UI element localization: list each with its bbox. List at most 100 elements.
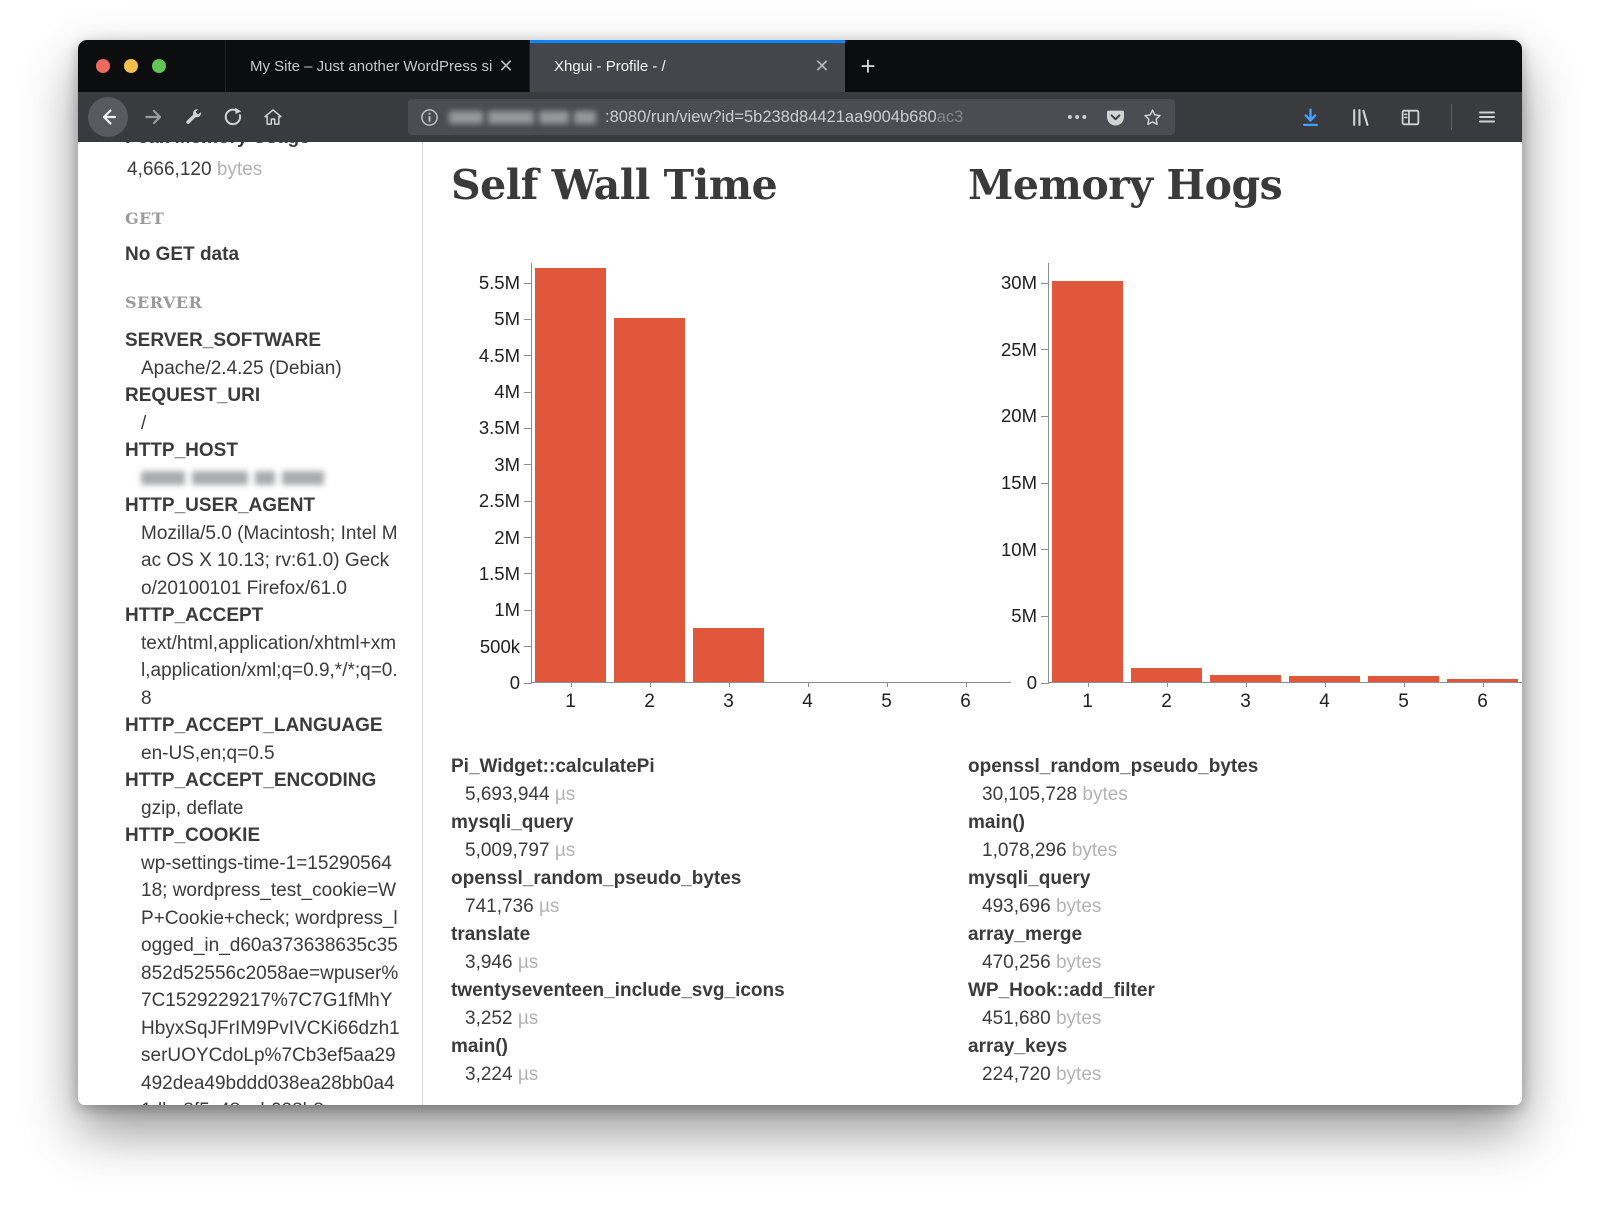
site-info-icon[interactable]	[420, 108, 439, 127]
sidebar-toggle-button[interactable]	[1393, 100, 1427, 134]
function-value: 470,256 bytes	[968, 949, 1485, 977]
zoom-window-button[interactable]	[152, 59, 166, 73]
value-number: 741,736	[465, 896, 539, 917]
function-name: twentyseventeen_include_svg_icons	[451, 977, 968, 1005]
function-name: translate	[451, 921, 968, 949]
y-axis-label: 5M	[444, 307, 520, 331]
page-actions-icon[interactable]: •••	[1067, 109, 1089, 126]
y-axis-tick	[524, 646, 532, 647]
memory-function-list: openssl_random_pseudo_bytes30,105,728 by…	[968, 753, 1485, 1089]
server-key: HTTP_COOKIE	[125, 822, 402, 850]
value-unit: µs	[539, 896, 559, 917]
bar-1	[1052, 281, 1123, 682]
self-wall-time-section: Self Wall Time 0500k1M1.5M2M2.5M3M3.5M4M…	[451, 160, 968, 1089]
list-item: mysqli_query5,009,797 µs	[451, 809, 968, 865]
x-axis-tick	[571, 682, 572, 687]
page-tools-button[interactable]	[176, 100, 210, 134]
list-item: array_keys224,720 bytes	[968, 1033, 1485, 1089]
x-axis-label: 3	[709, 691, 749, 713]
y-axis-tick	[1041, 683, 1049, 684]
bar-2	[614, 318, 685, 682]
get-section-heading: GET	[125, 209, 402, 228]
function-value: 451,680 bytes	[968, 1005, 1485, 1033]
bar-3	[1210, 675, 1281, 682]
y-axis-label: 1.5M	[444, 562, 520, 586]
download-icon	[1300, 107, 1321, 128]
close-tab-icon[interactable]: ✕	[493, 56, 519, 77]
back-button[interactable]	[88, 97, 128, 137]
server-key: HTTP_ACCEPT_ENCODING	[125, 767, 402, 795]
value-number: 30,105,728	[982, 784, 1082, 805]
value-number: 3,252	[465, 1008, 518, 1029]
url-text: :8080/run/view?id=5b238d84421aa9004b680	[605, 108, 937, 127]
library-button[interactable]	[1343, 100, 1377, 134]
bookmark-star-icon[interactable]	[1142, 107, 1163, 128]
server-value: text/html,application/xhtml+xml,applicat…	[125, 630, 402, 713]
server-value: wp-settings-time-1=1529056418; wordpress…	[125, 850, 402, 1106]
y-axis-label: 25M	[961, 338, 1037, 362]
toolbar-divider	[1451, 104, 1452, 130]
y-axis-label: 15M	[961, 471, 1037, 495]
memory-hogs-section: Memory Hogs 05M10M15M20M25M30M123456 ope…	[968, 160, 1485, 1089]
tab-xhgui-profile[interactable]: Xhgui - Profile - / ✕	[530, 40, 845, 92]
x-axis-label: 6	[1463, 691, 1503, 713]
blur-block	[141, 471, 185, 485]
value-unit: µs	[518, 1008, 538, 1029]
x-axis-label: 2	[630, 691, 670, 713]
request-sidebar[interactable]: Peak Memory Usage 4,666,120 bytes GET No…	[78, 142, 423, 1105]
y-axis-label: 4M	[444, 380, 520, 404]
close-window-button[interactable]	[96, 59, 110, 73]
menu-button[interactable]	[1470, 100, 1504, 134]
y-axis-tick	[1041, 349, 1049, 350]
value-unit: bytes	[1056, 952, 1101, 973]
x-axis-label: 1	[551, 691, 591, 713]
value-number: 3,224	[465, 1064, 518, 1085]
function-name: WP_Hook::add_filter	[968, 977, 1485, 1005]
x-axis-tick	[729, 682, 730, 687]
bar-3	[693, 628, 764, 682]
clipped-heading: Peak Memory Usage	[125, 142, 402, 152]
forward-button[interactable]	[136, 100, 170, 134]
y-axis-label: 0	[961, 671, 1037, 695]
downloads-button[interactable]	[1293, 100, 1327, 134]
toolbar-right	[1293, 100, 1510, 134]
y-axis-tick	[524, 501, 532, 502]
x-axis-tick	[1483, 682, 1484, 687]
y-axis-tick	[1041, 283, 1049, 284]
server-value: Apache/2.4.25 (Debian)	[125, 355, 402, 383]
tab-title: Xhgui - Profile - /	[540, 58, 809, 75]
reload-button[interactable]	[216, 100, 250, 134]
desktop: { "colors": { "bar": "#e0573c", "tab_acc…	[0, 0, 1600, 1230]
x-axis-tick	[1246, 682, 1247, 687]
function-name: mysqli_query	[451, 809, 968, 837]
server-value: Mozilla/5.0 (Macintosh; Intel Mac OS X 1…	[125, 520, 402, 603]
server-value-blurred	[125, 465, 402, 493]
tab-wordpress-site[interactable]: My Site – Just another WordPress si ✕	[225, 40, 530, 92]
server-key: HTTP_HOST	[125, 437, 402, 465]
y-axis-tick	[524, 683, 532, 684]
x-axis-label: 5	[867, 691, 907, 713]
y-axis-tick	[524, 610, 532, 611]
titlebar: My Site – Just another WordPress si ✕ Xh…	[78, 40, 1522, 92]
y-axis-tick	[524, 392, 532, 393]
url-bar[interactable]: :8080/run/view?id=5b238d84421aa9004b680 …	[408, 99, 1175, 135]
y-axis-label: 5M	[961, 604, 1037, 628]
server-section-heading: SERVER	[125, 293, 402, 312]
home-icon	[263, 107, 283, 127]
close-tab-icon[interactable]: ✕	[809, 56, 835, 77]
y-axis-tick	[1041, 616, 1049, 617]
x-axis-tick	[1404, 682, 1405, 687]
value-number: 3,946	[465, 952, 518, 973]
value-number: 4,666,120	[127, 159, 212, 180]
new-tab-button[interactable]: +	[845, 40, 891, 92]
function-value: 5,009,797 µs	[451, 837, 968, 865]
function-value: 3,252 µs	[451, 1005, 968, 1033]
minimize-window-button[interactable]	[124, 59, 138, 73]
y-axis-tick	[524, 573, 532, 574]
function-value: 224,720 bytes	[968, 1061, 1485, 1089]
function-value: 30,105,728 bytes	[968, 781, 1485, 809]
pocket-icon[interactable]	[1105, 107, 1126, 128]
wall-time-function-list: Pi_Widget::calculatePi5,693,944 µsmysqli…	[451, 753, 968, 1089]
value-number: 224,720	[982, 1064, 1056, 1085]
home-button[interactable]	[256, 100, 290, 134]
